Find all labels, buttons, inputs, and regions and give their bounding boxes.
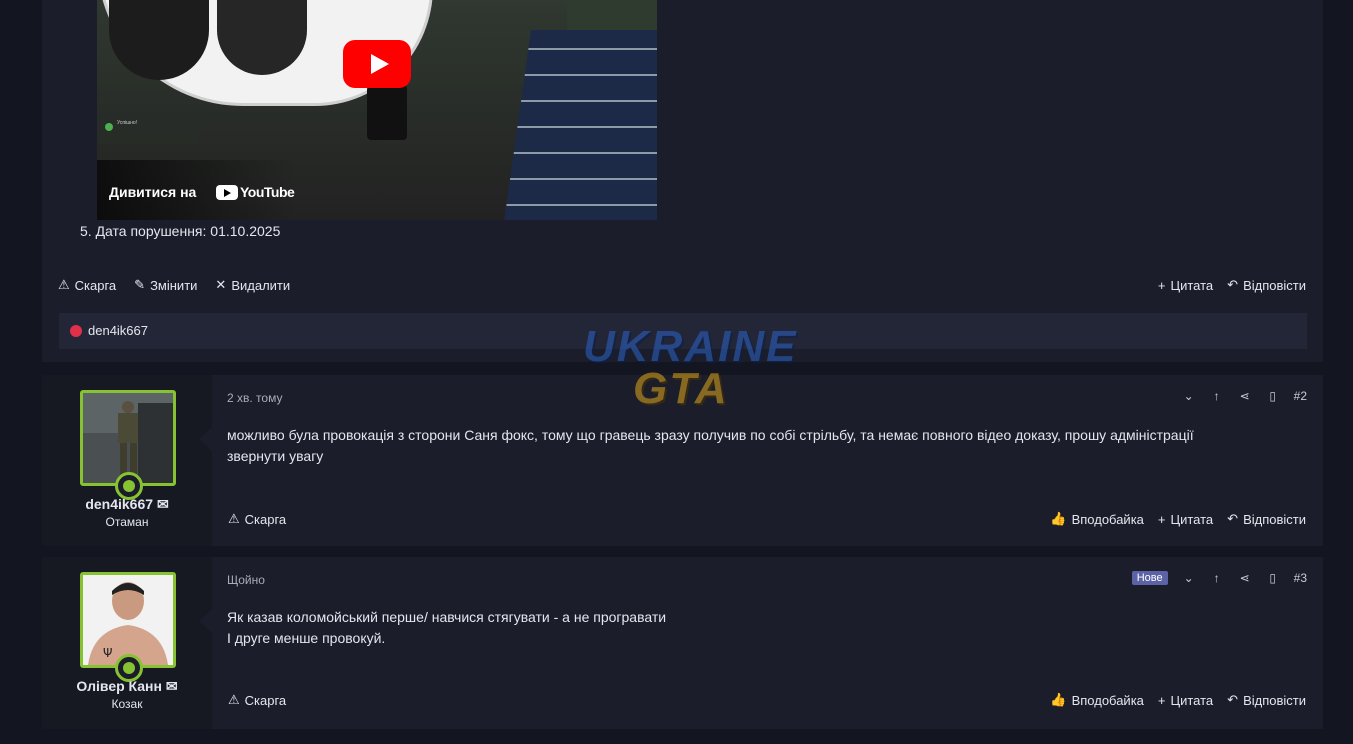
avatar-image bbox=[83, 393, 173, 483]
thumbs-up-icon: 👍 bbox=[1050, 511, 1067, 526]
violation-date: 5. Дата порушення: 01.10.2025 bbox=[80, 223, 281, 239]
youtube-label: YouTube bbox=[240, 184, 295, 200]
reply-icon: ↶ bbox=[1227, 277, 1239, 292]
watch-label: Дивитися на bbox=[109, 184, 197, 200]
envelope-icon[interactable]: ✉ bbox=[157, 496, 169, 512]
plus-icon: + bbox=[1157, 277, 1166, 293]
arrow-up-icon[interactable]: ↑ bbox=[1210, 571, 1224, 585]
plus-icon: + bbox=[1157, 692, 1166, 708]
username-text: den4ik667 bbox=[85, 496, 154, 512]
post-time[interactable]: Щойно bbox=[227, 573, 265, 587]
username-text: Олівер Канн bbox=[76, 678, 162, 694]
youtube-logo-icon bbox=[216, 185, 238, 200]
quote-label: Цитата bbox=[1170, 277, 1214, 293]
video-character bbox=[367, 80, 407, 140]
warning-icon: ⚠ bbox=[228, 692, 240, 707]
user-info: den4ik667 ✉ Отаман bbox=[42, 375, 212, 546]
like-button[interactable]: 👍 Вподобайка bbox=[1050, 511, 1144, 527]
user-rank: Отаман bbox=[105, 515, 149, 529]
youtube-embed[interactable]: Успішно! Дивитися на YouTube bbox=[97, 0, 657, 220]
quote-button[interactable]: + Цитата bbox=[1158, 512, 1213, 527]
post-tools: ⌄ ↑ ⋖ ▯ #2 bbox=[1182, 389, 1307, 403]
message-line: Як казав коломойський перше/ навчися стя… bbox=[227, 609, 667, 625]
report-button[interactable]: ⚠ Скарга bbox=[58, 277, 116, 293]
reply-icon: ↶ bbox=[1227, 511, 1239, 526]
reply-button[interactable]: ↶ Відповісти bbox=[1227, 277, 1306, 293]
edit-button[interactable]: ✎ Змінити bbox=[134, 277, 197, 293]
post: Ψ Олівер Канн ✉ Козак Щойно Нове ⌄ ↑ ⋖ ▯… bbox=[42, 557, 1323, 729]
reply-button[interactable]: ↶ Відповісти bbox=[1227, 511, 1306, 527]
chevron-down-icon[interactable]: ⌄ bbox=[1182, 389, 1196, 403]
delete-button[interactable]: ✕ Видалити bbox=[215, 277, 290, 293]
reply-label: Відповісти bbox=[1243, 692, 1306, 708]
reply-icon: ↶ bbox=[1227, 692, 1239, 707]
page-gutter bbox=[0, 0, 42, 744]
arrow-up-icon[interactable]: ↑ bbox=[1210, 389, 1224, 403]
post-message: можливо була провокація з сторони Саня ф… bbox=[227, 425, 1227, 467]
like-label: Вподобайка bbox=[1071, 692, 1144, 708]
delete-label: Видалити bbox=[231, 277, 291, 293]
report-label: Скарга bbox=[244, 511, 287, 527]
report-button[interactable]: ⚠ Скарга bbox=[228, 511, 286, 527]
message-arrow bbox=[199, 427, 212, 451]
reply-label: Відповісти bbox=[1243, 277, 1306, 293]
report-label: Скарга bbox=[244, 692, 287, 708]
quote-label: Цитата bbox=[1170, 692, 1214, 708]
post-message: Як казав коломойський перше/ навчися стя… bbox=[227, 607, 1227, 649]
quote-button[interactable]: + Цитата bbox=[1158, 278, 1213, 293]
svg-text:Ψ: Ψ bbox=[103, 646, 112, 660]
pencil-icon: ✎ bbox=[134, 277, 146, 292]
first-post: Успішно! Дивитися на YouTube 5. Дата пор… bbox=[42, 0, 1323, 362]
reply-button[interactable]: ↶ Відповісти bbox=[1227, 692, 1306, 708]
envelope-icon[interactable]: ✉ bbox=[166, 678, 178, 694]
bookmark-icon[interactable]: ▯ bbox=[1266, 571, 1280, 585]
post-actions-left: ⚠ Скарга bbox=[228, 511, 286, 527]
new-badge: Нове bbox=[1131, 571, 1168, 585]
post-actions-right: 👍 Вподобайка + Цитата ↶ Відповісти bbox=[1050, 511, 1306, 527]
post-number[interactable]: #3 bbox=[1294, 571, 1307, 585]
quote-label: Цитата bbox=[1170, 511, 1214, 527]
thumbs-up-icon: 👍 bbox=[1050, 692, 1067, 707]
edit-label: Змінити bbox=[150, 277, 198, 293]
report-label: Скарга bbox=[74, 277, 117, 293]
video-notification: Успішно! bbox=[99, 118, 199, 144]
share-icon[interactable]: ⋖ bbox=[1238, 571, 1252, 585]
quote-button[interactable]: + Цитата bbox=[1158, 693, 1213, 708]
bookmark-icon[interactable]: ▯ bbox=[1266, 389, 1280, 403]
play-button[interactable] bbox=[343, 40, 411, 88]
reaction-icon bbox=[70, 325, 82, 337]
post-actions-right: + Цитата ↶ Відповісти bbox=[1158, 277, 1306, 293]
post-number[interactable]: #2 bbox=[1294, 389, 1307, 403]
post-actions-right: 👍 Вподобайка + Цитата ↶ Відповісти bbox=[1050, 692, 1306, 708]
ukraine-gta-logo: UKRAINE GTA bbox=[583, 318, 795, 418]
share-icon[interactable]: ⋖ bbox=[1238, 389, 1252, 403]
notify-text: Успішно! bbox=[117, 120, 138, 126]
message-line: можливо була провокація з сторони Саня ф… bbox=[227, 427, 1194, 464]
watch-on-youtube[interactable]: Дивитися на YouTube bbox=[97, 160, 297, 220]
video-solar-panels bbox=[502, 30, 657, 220]
username[interactable]: den4ik667 ✉ bbox=[42, 496, 212, 513]
message-arrow bbox=[199, 609, 212, 633]
reply-label: Відповісти bbox=[1243, 511, 1306, 527]
post-time[interactable]: 2 хв. тому bbox=[227, 391, 282, 405]
warning-icon: ⚠ bbox=[58, 277, 70, 292]
plus-icon: + bbox=[1157, 511, 1166, 527]
notify-dot bbox=[105, 123, 113, 131]
warning-icon: ⚠ bbox=[228, 511, 240, 526]
message-line: І друге менше провокуй. bbox=[227, 630, 386, 646]
liked-by-user[interactable]: den4ik667 bbox=[88, 323, 148, 338]
username[interactable]: Олівер Канн ✉ bbox=[42, 678, 212, 695]
user-rank: Козак bbox=[111, 697, 143, 711]
like-label: Вподобайка bbox=[1071, 511, 1144, 527]
chevron-down-icon[interactable]: ⌄ bbox=[1182, 571, 1196, 585]
logo-line2: GTA bbox=[633, 364, 729, 413]
close-icon: ✕ bbox=[215, 277, 227, 292]
like-button[interactable]: 👍 Вподобайка bbox=[1050, 692, 1144, 708]
post-tools: Нове ⌄ ↑ ⋖ ▯ #3 bbox=[1131, 571, 1307, 585]
post-actions-left: ⚠ Скарга ✎ Змінити ✕ Видалити bbox=[58, 277, 290, 293]
user-info: Ψ Олівер Канн ✉ Козак bbox=[42, 557, 212, 729]
report-button[interactable]: ⚠ Скарга bbox=[228, 692, 286, 708]
avatar-image: Ψ bbox=[83, 575, 173, 665]
post-actions-left: ⚠ Скарга bbox=[228, 692, 286, 708]
